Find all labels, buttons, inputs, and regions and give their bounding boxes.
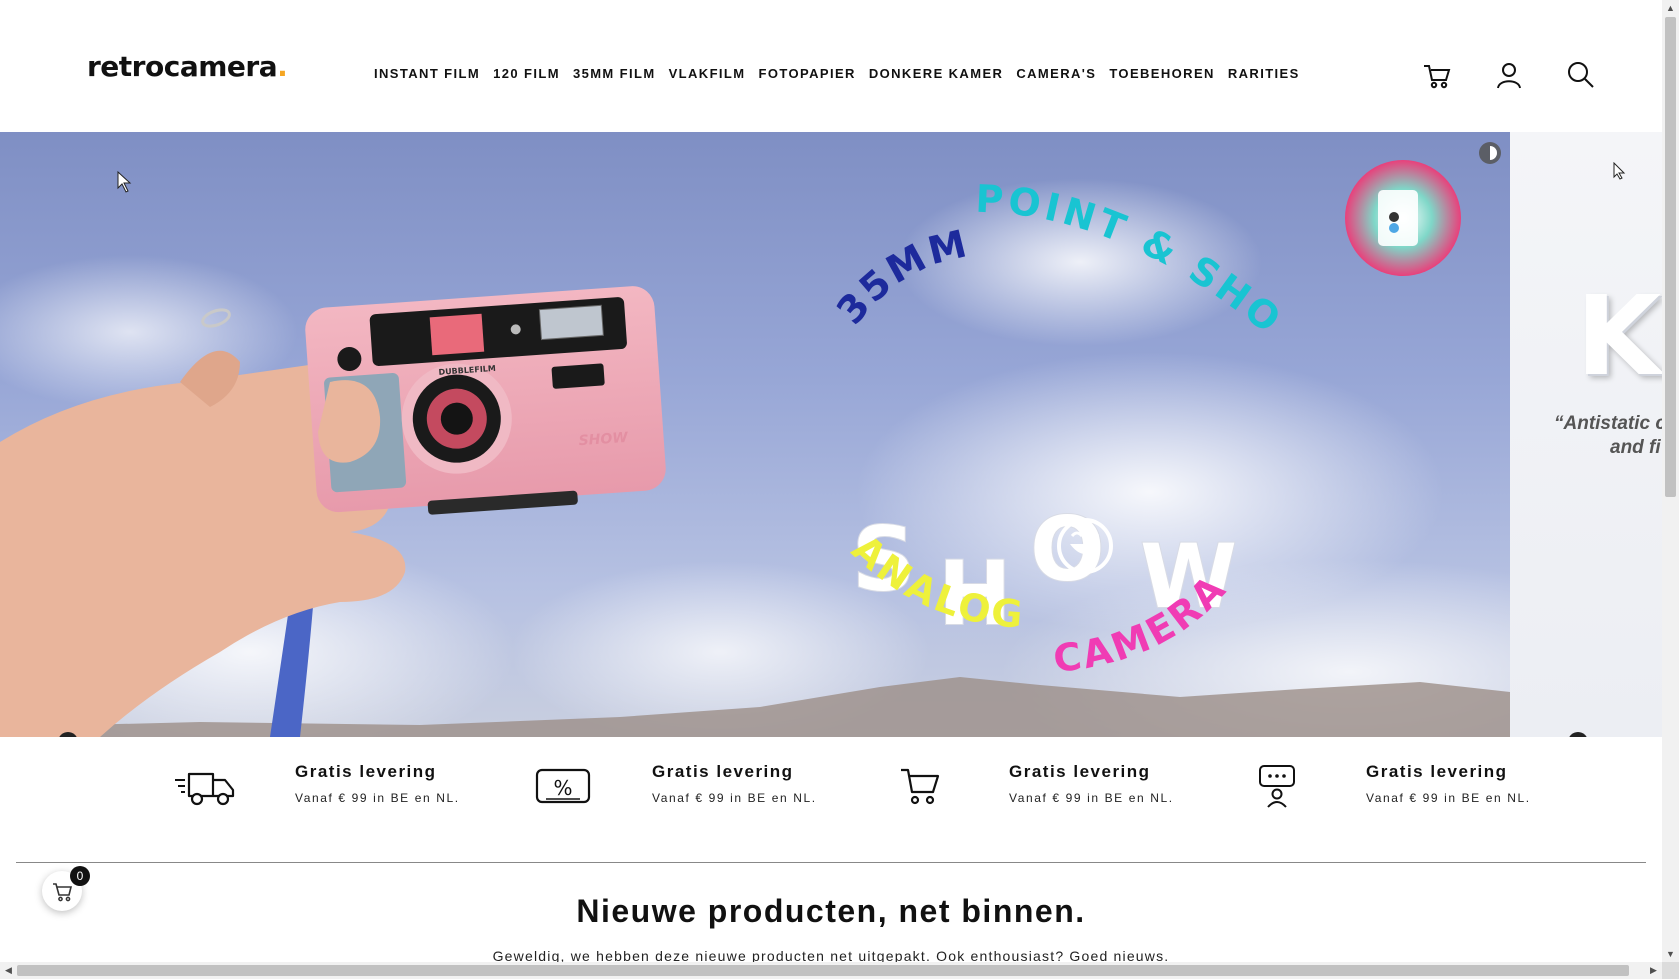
main-nav: INSTANT FILM 120 FILM 35MM FILM VLAKFILM… (374, 66, 1313, 81)
scroll-down-arrow-icon[interactable]: ▼ (1662, 946, 1679, 963)
usp-item: Gratis levering Vanaf € 99 in BE en NL. (175, 762, 475, 822)
nav-item-cameras[interactable]: CAMERA'S (1016, 66, 1096, 81)
next-slide-title: Ki (1576, 272, 1662, 400)
vertical-scrollbar[interactable]: ▲ ▼ (1662, 0, 1679, 963)
hero-slider[interactable]: DUBBLEFILM SHOW POINT & SHOOT 35MM S H O… (0, 132, 1662, 737)
discount-ticket-icon: % (535, 768, 591, 804)
hero-artwork: DUBBLEFILM SHOW POINT & SHOOT 35MM S H O… (0, 132, 1501, 737)
horizontal-scrollbar-thumb[interactable] (17, 965, 1629, 976)
usp-title: Gratis levering (1009, 762, 1151, 781)
truck-icon (175, 772, 235, 806)
usp-title: Gratis levering (652, 762, 794, 781)
nav-item-120-film[interactable]: 120 FILM (493, 66, 560, 81)
pause-icon (1479, 142, 1501, 164)
next-slide-quote: “Antistatic c and fi (1554, 413, 1662, 458)
usp-item: % Gratis levering Vanaf € 99 in BE en NL… (532, 762, 832, 822)
nav-item-vlakfilm[interactable]: VLAKFILM (669, 66, 746, 81)
nav-item-rarities[interactable]: RARITIES (1228, 66, 1300, 81)
hero-slide[interactable]: DUBBLEFILM SHOW POINT & SHOOT 35MM S H O… (0, 132, 1510, 737)
usp-subtitle: Vanaf € 99 in BE en NL. (295, 791, 460, 805)
cart-count-badge: 0 (70, 866, 90, 886)
site-header: retrocamera. INSTANT FILM 120 FILM 35MM … (0, 0, 1662, 132)
usp-item: Gratis levering Vanaf € 99 in BE en NL. (1246, 762, 1546, 822)
scroll-right-arrow-icon[interactable]: ▶ (1645, 962, 1662, 979)
logo[interactable]: retrocamera. (87, 50, 288, 83)
usp-subtitle: Vanaf € 99 in BE en NL. (652, 791, 817, 805)
film-badge-icon (1345, 160, 1461, 276)
mouse-cursor-icon (117, 170, 132, 193)
nav-item-instant-film[interactable]: INSTANT FILM (374, 66, 480, 81)
user-icon[interactable] (1494, 60, 1524, 90)
scrollbar-corner (1662, 962, 1679, 979)
nav-item-toebehoren[interactable]: TOEBEHOREN (1109, 66, 1215, 81)
usp-subtitle: Vanaf € 99 in BE en NL. (1009, 791, 1174, 805)
search-icon[interactable] (1566, 60, 1596, 90)
hero-slide-next[interactable]: Ki “Antistatic c and fi (1510, 132, 1662, 737)
nav-item-35mm-film[interactable]: 35MM FILM (573, 66, 656, 81)
vertical-scrollbar-thumb[interactable] (1665, 17, 1676, 497)
usp-title: Gratis levering (1366, 762, 1508, 781)
scroll-up-arrow-icon[interactable]: ▲ (1662, 0, 1679, 17)
headline-35mm: 35MM (828, 221, 973, 333)
scroll-left-arrow-icon[interactable]: ◀ (0, 962, 17, 979)
section-title: Nieuwe producten, net binnen. (576, 893, 1086, 929)
nav-item-donkere-kamer[interactable]: DONKERE KAMER (869, 66, 1003, 81)
usp-bar: Gratis levering Vanaf € 99 in BE en NL. … (0, 737, 1662, 857)
mouse-cursor-icon (1613, 162, 1626, 180)
section-divider (16, 862, 1646, 863)
support-chat-icon (1259, 765, 1295, 808)
usp-title: Gratis levering (295, 762, 437, 781)
cart-icon (901, 768, 940, 805)
usp-item: Gratis levering Vanaf € 99 in BE en NL. (889, 762, 1189, 822)
cart-icon[interactable] (1422, 60, 1452, 90)
nav-item-fotopapier[interactable]: FOTOPAPIER (759, 66, 856, 81)
usp-subtitle: Vanaf € 99 in BE en NL. (1366, 791, 1531, 805)
horizontal-scrollbar[interactable]: ◀ ▶ (0, 962, 1662, 979)
svg-text:%: % (553, 776, 572, 800)
